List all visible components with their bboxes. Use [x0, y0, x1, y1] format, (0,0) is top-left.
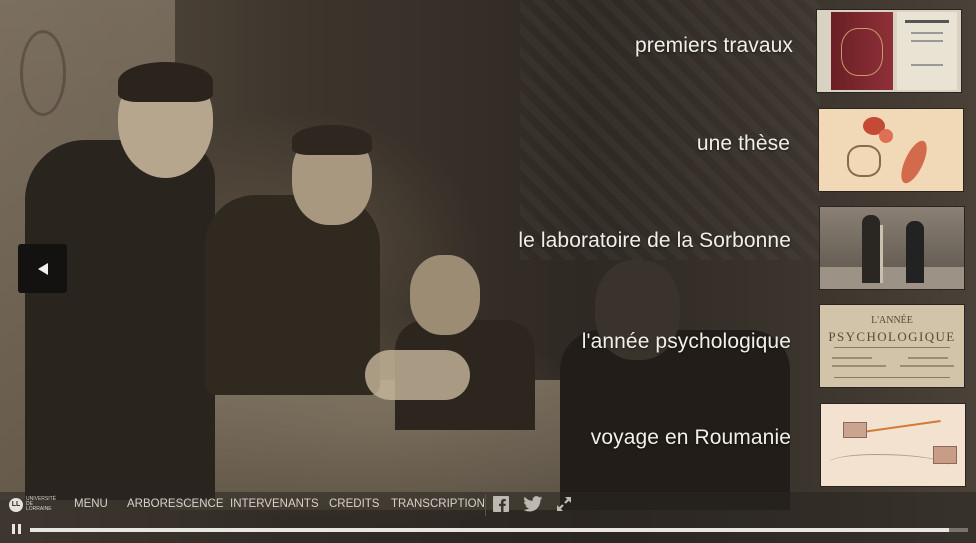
journal-title-line1: L'ANNÉE — [871, 315, 913, 326]
fullscreen-icon[interactable] — [556, 496, 572, 517]
chapter-label: l'année psychologique — [581, 330, 791, 353]
title-page — [897, 12, 957, 90]
menu-link[interactable]: MENU — [74, 498, 108, 510]
chapter-label: le laboratoire de la Sorbonne — [518, 229, 791, 252]
chapter-label: premiers travaux — [635, 34, 793, 57]
journal-title-line2: PSYCHOLOGIQUE — [828, 329, 956, 344]
facebook-icon[interactable] — [493, 496, 509, 517]
chapter-thumbnail-journal-cover[interactable]: L'ANNÉE PSYCHOLOGIQUE — [819, 304, 965, 388]
chapter-label: une thèse — [696, 132, 790, 155]
progress-fill — [30, 528, 950, 532]
chapter-label: voyage en Roumanie — [590, 426, 791, 449]
book-cover — [831, 12, 893, 90]
intervenants-link[interactable]: INTERVENANTS — [230, 498, 319, 510]
progress-bar[interactable] — [30, 528, 968, 532]
twitter-icon[interactable] — [522, 496, 544, 518]
chapter-thumbnail-map[interactable] — [820, 403, 966, 487]
chapter-thumbnail-books[interactable] — [816, 9, 962, 93]
logo-mark: LL — [9, 497, 23, 512]
background-photo: premiers travaux une thèse le laboratoir… — [0, 0, 976, 543]
divider — [485, 494, 486, 516]
chapter-thumbnail-illustration[interactable] — [818, 108, 964, 192]
arborescence-link[interactable]: ARBORESCENCE — [127, 498, 224, 510]
university-logo[interactable]: LL UNIVERSITÉ DE LORRAINE — [9, 497, 58, 512]
credits-link[interactable]: CREDITS — [329, 498, 379, 510]
logo-text: UNIVERSITÉ DE LORRAINE — [26, 496, 57, 512]
transcription-link[interactable]: TRANSCRIPTION — [391, 498, 485, 510]
pause-button[interactable] — [11, 524, 23, 535]
chapter-thumbnail-lab-photo[interactable] — [819, 206, 965, 290]
